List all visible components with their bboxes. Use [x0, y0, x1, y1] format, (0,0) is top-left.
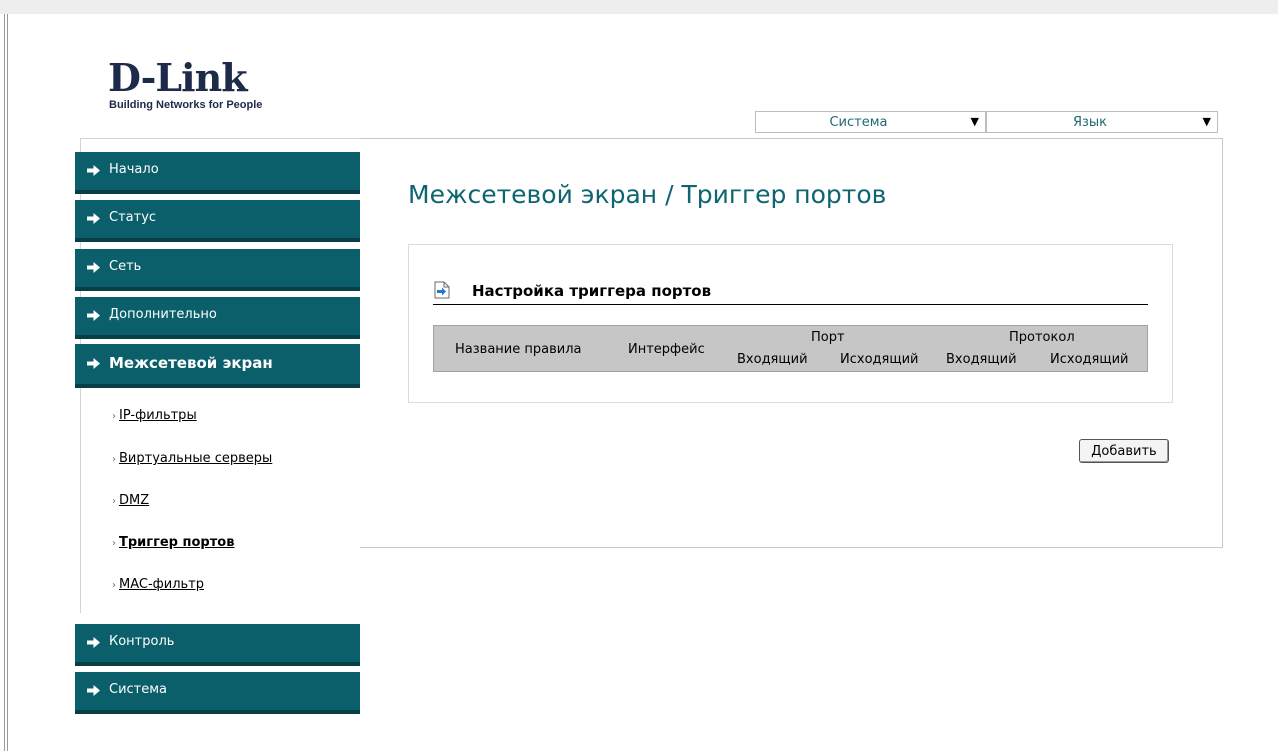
- sidebar-item-label: Межсетевой экран: [109, 354, 273, 372]
- dlink-logo: D-Link Building Networks for People: [108, 55, 308, 120]
- subitem-label[interactable]: Триггер портов: [119, 535, 234, 550]
- subitem-virtual-servers[interactable]: › Виртуальные серверы: [112, 451, 272, 466]
- sidebar-item-label: Статус: [109, 210, 157, 225]
- column-header-rule-name: Название правила: [455, 342, 582, 357]
- section-title: Настройка триггера портов: [472, 282, 712, 300]
- column-group-port: Порт: [811, 330, 845, 345]
- arrow-right-icon: [87, 165, 100, 176]
- subitem-ip-filters[interactable]: › IP-фильтры: [112, 408, 197, 423]
- column-header-protocol-outgoing: Исходящий: [1050, 352, 1129, 367]
- column-group-protocol: Протокол: [1009, 330, 1075, 345]
- sidebar-item-advanced[interactable]: Дополнительно: [75, 297, 360, 339]
- sidebar-item-label: Сеть: [109, 259, 142, 274]
- window-left-border: [4, 14, 8, 751]
- sidebar-item-system[interactable]: Система: [75, 672, 360, 714]
- system-menu-select[interactable]: Система ▼: [755, 111, 986, 133]
- sidebar-item-network[interactable]: Сеть: [75, 249, 360, 291]
- arrow-right-icon: [87, 213, 100, 224]
- add-button[interactable]: Добавить: [1079, 439, 1169, 463]
- subitem-label[interactable]: Виртуальные серверы: [119, 451, 272, 466]
- bullet-icon: ›: [112, 538, 116, 549]
- subitem-label[interactable]: MAC-фильтр: [119, 577, 204, 592]
- column-header-protocol-incoming: Входящий: [946, 352, 1017, 367]
- language-menu-label: Язык: [1072, 115, 1108, 130]
- settings-section: [408, 244, 1173, 403]
- chevron-down-icon: ▼: [970, 115, 979, 128]
- bullet-icon: ›: [112, 496, 116, 507]
- sidebar-item-label: Начало: [109, 162, 159, 177]
- arrow-right-icon: [87, 685, 100, 696]
- column-header-port-outgoing: Исходящий: [840, 352, 919, 367]
- arrow-right-icon: [87, 310, 100, 321]
- document-arrow-icon: [434, 281, 450, 299]
- sidebar-item-status[interactable]: Статус: [75, 200, 360, 242]
- language-select[interactable]: Язык ▼: [986, 111, 1218, 133]
- sidebar-item-label: Контроль: [109, 634, 175, 649]
- sidebar-item-firewall[interactable]: Межсетевой экран: [75, 344, 360, 388]
- column-header-port-incoming: Входящий: [737, 352, 808, 367]
- subitem-dmz[interactable]: › DMZ: [112, 493, 149, 508]
- bullet-icon: ›: [112, 411, 116, 422]
- bullet-icon: ›: [112, 580, 116, 591]
- sidebar-item-label: Дополнительно: [109, 307, 217, 322]
- table-header: Название правила Интерфейс Порт Протокол…: [433, 325, 1148, 372]
- sidebar-item-home[interactable]: Начало: [75, 152, 360, 194]
- subitem-label[interactable]: DMZ: [119, 493, 149, 508]
- sidebar-item-control[interactable]: Контроль: [75, 624, 360, 666]
- section-divider: [433, 304, 1148, 305]
- subitem-label[interactable]: IP-фильтры: [119, 408, 197, 423]
- chevron-down-icon: ▼: [1202, 115, 1211, 128]
- bullet-icon: ›: [112, 454, 116, 465]
- subitem-port-trigger[interactable]: › Триггер портов: [112, 535, 234, 550]
- arrow-right-icon: [87, 637, 100, 648]
- arrow-right-icon: [87, 262, 100, 273]
- sidebar-item-label: Система: [109, 682, 168, 697]
- system-menu-label: Система: [829, 115, 888, 130]
- logo-tagline: Building Networks for People: [109, 99, 263, 111]
- arrow-right-icon: [87, 358, 100, 369]
- subitem-mac-filter[interactable]: › MAC-фильтр: [112, 577, 204, 592]
- page-title: Межсетевой экран / Триггер портов: [408, 180, 887, 209]
- logo-brand: D-Link: [108, 55, 248, 100]
- top-band: [0, 0, 1278, 14]
- column-header-interface: Интерфейс: [628, 342, 705, 357]
